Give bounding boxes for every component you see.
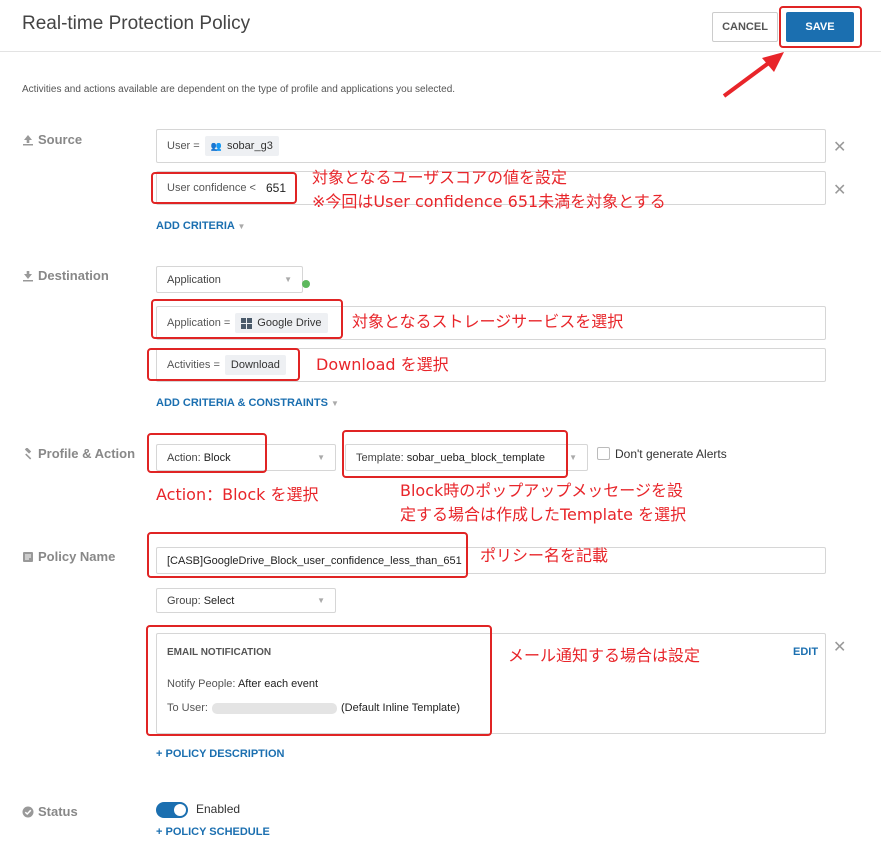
annotation-action: Action：Block を選択 — [156, 485, 319, 504]
caret-down-icon: ▼ — [331, 399, 339, 408]
destination-type-select[interactable]: Application ▼ — [156, 266, 303, 293]
status-toggle[interactable] — [156, 802, 188, 818]
annotation-download: Download を選択 — [316, 355, 449, 374]
source-label: Source — [22, 132, 82, 147]
dont-generate-alerts-checkbox[interactable] — [597, 447, 610, 460]
remove-user-criteria-icon[interactable]: ✕ — [833, 137, 846, 157]
user-chip[interactable]: 👥 sobar_g3 — [204, 136, 279, 156]
policy-name-highlight — [147, 532, 468, 578]
remove-email-icon[interactable]: ✕ — [833, 637, 846, 657]
annotation-storage: 対象となるストレージサービスを選択 — [352, 312, 624, 331]
user-chip-value: sobar_g3 — [226, 140, 273, 152]
template-highlight — [342, 430, 568, 478]
destination-type-value: Application — [167, 273, 221, 286]
annotation-template-1: Block時のポップアップメッセージを設 — [400, 481, 683, 500]
dont-generate-alerts-label: Don't generate Alerts — [615, 447, 727, 461]
document-icon — [23, 551, 33, 562]
action-highlight — [147, 433, 267, 473]
group-icon: 👥 — [210, 140, 222, 151]
policy-name-label: Policy Name — [22, 549, 115, 564]
email-highlight — [146, 625, 492, 736]
upload-icon — [23, 134, 33, 145]
edit-email-link[interactable]: EDIT — [793, 646, 818, 658]
profile-action-label-text: Profile & Action — [38, 446, 136, 461]
activities-highlight — [147, 348, 300, 381]
policy-description-link[interactable]: + POLICY DESCRIPTION — [156, 748, 284, 760]
caret-down-icon: ▼ — [317, 453, 325, 462]
info-text: Activities and actions available are dep… — [22, 84, 456, 95]
gavel-icon — [24, 447, 32, 460]
status-label: Status — [22, 804, 78, 819]
annotation-confidence-1: 対象となるユーザスコアの値を設定 — [312, 168, 568, 187]
annotation-confidence-2: ※今回はUser confidence 651未満を対象とする — [312, 192, 666, 211]
add-criteria-link[interactable]: ADD CRITERIA ▼ — [156, 220, 245, 232]
check-circle-icon — [22, 806, 34, 817]
application-highlight — [151, 299, 343, 339]
annotation-email: メール通知する場合は設定 — [508, 646, 701, 665]
destination-label-text: Destination — [38, 268, 109, 283]
status-dot — [302, 280, 310, 288]
caret-down-icon: ▼ — [237, 222, 246, 231]
annotation-template-2: 定する場合は作成したTemplate を選択 — [400, 505, 687, 524]
add-criteria-constraints-link[interactable]: ADD CRITERIA & CONSTRAINTS ▼ — [156, 397, 339, 409]
page-title: Real-time Protection Policy — [22, 13, 251, 34]
group-value: Select — [203, 594, 235, 607]
policy-name-label-text: Policy Name — [38, 549, 116, 564]
policy-schedule-link[interactable]: + POLICY SCHEDULE — [156, 826, 270, 838]
remove-confidence-criteria-icon[interactable]: ✕ — [833, 180, 846, 200]
caret-down-icon: ▼ — [284, 275, 292, 284]
download-icon — [23, 270, 33, 281]
confidence-highlight — [151, 172, 297, 204]
save-highlight — [779, 6, 862, 48]
source-label-text: Source — [38, 132, 83, 147]
user-criteria-row[interactable]: User = 👥 sobar_g3 — [156, 129, 826, 163]
annotation-policy-name: ポリシー名を記載 — [480, 546, 609, 565]
group-select[interactable]: Group: Select ▼ — [156, 588, 336, 613]
status-value: Enabled — [196, 802, 241, 816]
destination-label: Destination — [22, 268, 109, 283]
caret-down-icon: ▼ — [317, 596, 325, 605]
criteria-key: User = — [167, 140, 200, 152]
status-label-text: Status — [38, 804, 78, 819]
profile-action-label: Profile & Action — [22, 446, 135, 461]
add-criteria-label: ADD CRITERIA — [156, 220, 235, 232]
group-key: Group: — [167, 594, 201, 607]
cancel-button[interactable]: CANCEL — [712, 12, 778, 42]
caret-down-icon: ▼ — [569, 453, 577, 462]
add-criteria-constraints-label: ADD CRITERIA & CONSTRAINTS — [156, 397, 328, 409]
red-arrow-icon — [722, 52, 784, 98]
